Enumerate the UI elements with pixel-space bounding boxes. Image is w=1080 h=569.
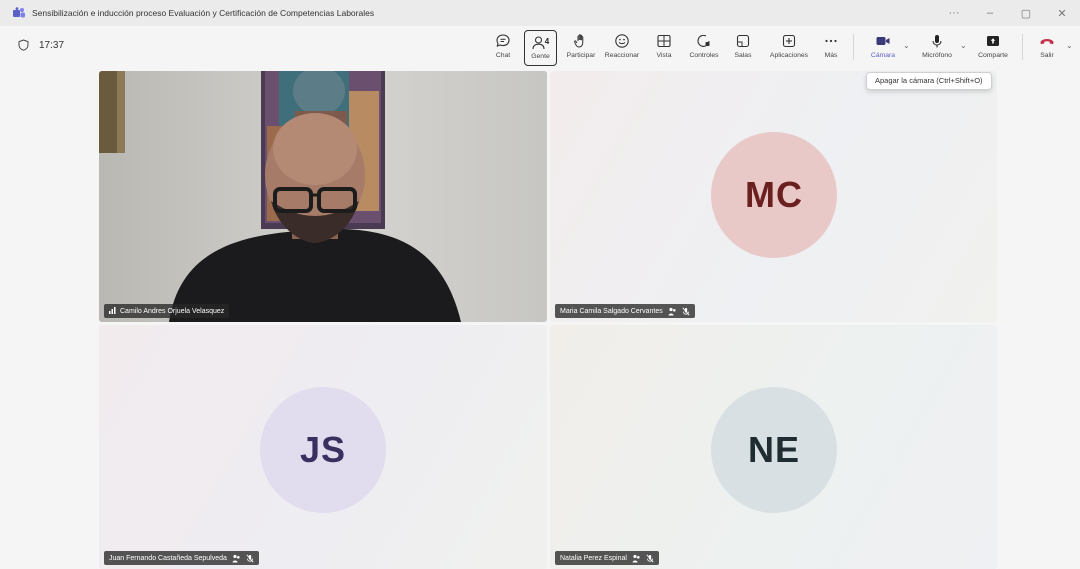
meeting-toolbar: 17:37 Chat 4 Gente Participar Reaccionar…	[0, 26, 1080, 70]
participant-name-tag: Natalia Perez Espinal	[555, 551, 659, 565]
microphone-button[interactable]: Micrófono	[915, 30, 959, 66]
controls-icon	[697, 34, 710, 47]
people-label: Gente	[531, 53, 550, 60]
people-count: 4	[544, 37, 550, 46]
pin-participant-icon	[232, 554, 241, 563]
leave-options-chevron-icon[interactable]: ⌄	[1066, 41, 1073, 50]
participant-name-tag: Camilo Andres Orjuela Velasquez	[104, 304, 230, 318]
react-button[interactable]: Reaccionar	[602, 30, 642, 66]
hang-up-icon	[1040, 39, 1054, 45]
view-label: Vista	[656, 52, 672, 59]
grid-view-icon	[657, 34, 671, 48]
window-title: Sensibilización e inducción proceso Eval…	[32, 8, 375, 18]
mic-muted-icon	[682, 307, 690, 316]
controls-label: Controles	[689, 52, 719, 59]
minimize-button[interactable]: –	[972, 7, 1008, 19]
mic-muted-icon	[246, 554, 254, 563]
microphone-options-chevron-icon[interactable]: ⌄	[960, 41, 967, 50]
controls-button[interactable]: Controles	[684, 30, 724, 66]
chat-label: Chat	[495, 52, 511, 59]
participant-name: Juan Fernando Castañeda Sepulveda	[109, 554, 227, 562]
apps-label: Aplicaciones	[769, 52, 809, 59]
participant-tile[interactable]: NE Natalia Perez Espinal	[550, 325, 997, 569]
share-button[interactable]: Comparte	[972, 30, 1014, 66]
participant-tile[interactable]: MC Maria Camila Salgado Cervantes	[550, 71, 997, 322]
elapsed-time: 17:37	[39, 39, 65, 51]
toolbar-divider	[1022, 34, 1023, 60]
chat-icon	[496, 34, 510, 47]
participant-name-tag: Maria Camila Salgado Cervantes	[555, 304, 695, 318]
hand-icon	[574, 34, 584, 48]
add-app-icon	[782, 34, 796, 48]
camera-options-chevron-icon[interactable]: ⌄	[903, 41, 910, 50]
close-button[interactable]: ✕	[1044, 7, 1080, 20]
rooms-button[interactable]: Salas	[730, 30, 756, 66]
camera-button[interactable]: Cámara	[866, 30, 900, 66]
rooms-label: Salas	[734, 52, 752, 59]
meeting-timer: 17:37	[18, 39, 64, 51]
participant-video-feed	[99, 71, 547, 322]
shield-icon	[18, 39, 29, 51]
view-button[interactable]: Vista	[651, 30, 677, 66]
raise-hand-button[interactable]: Participar	[564, 30, 598, 66]
microphone-icon	[932, 35, 942, 48]
participant-avatar: NE	[711, 387, 837, 513]
participant-tile-video[interactable]: Camilo Andres Orjuela Velasquez	[99, 71, 547, 322]
participant-name: Maria Camila Salgado Cervantes	[560, 307, 663, 315]
camera-label: Cámara	[870, 52, 896, 59]
signal-bars-icon	[109, 306, 116, 316]
leave-label: Salir	[1040, 52, 1054, 59]
mic-muted-icon	[646, 554, 654, 563]
more-label: Más	[824, 52, 838, 59]
breakout-rooms-icon	[736, 34, 750, 48]
leave-button[interactable]: Salir	[1034, 30, 1060, 66]
pin-participant-icon	[632, 554, 641, 563]
react-label: Reaccionar	[604, 52, 640, 59]
video-camera-icon	[876, 37, 890, 45]
pin-participant-icon	[668, 307, 677, 316]
more-button[interactable]: Más	[820, 30, 842, 66]
chat-button[interactable]: Chat	[490, 30, 516, 66]
emoji-icon	[615, 34, 629, 48]
apps-button[interactable]: Aplicaciones	[764, 30, 814, 66]
participant-name: Camilo Andres Orjuela Velasquez	[120, 307, 225, 315]
participant-name: Natalia Perez Espinal	[560, 554, 627, 562]
participant-tile[interactable]: JS Juan Fernando Castañeda Sepulveda	[99, 325, 547, 569]
people-button[interactable]: 4 Gente	[524, 30, 557, 66]
restore-button[interactable]: ▢	[1008, 7, 1044, 20]
teams-icon	[12, 7, 26, 19]
share-label: Comparte	[978, 52, 1008, 59]
toolbar-divider	[853, 34, 854, 60]
more-options-icon[interactable]: ···	[936, 7, 972, 19]
raise-hand-label: Participar	[566, 52, 596, 59]
people-icon	[532, 36, 545, 50]
microphone-label: Micrófono	[922, 52, 952, 59]
participant-avatar: JS	[260, 387, 386, 513]
participant-avatar: MC	[711, 132, 837, 258]
participant-name-tag: Juan Fernando Castañeda Sepulveda	[104, 551, 259, 565]
camera-tooltip: Apagar la cámara (Ctrl+Shift+O)	[866, 72, 992, 90]
more-dots-icon	[825, 39, 837, 43]
title-bar: Sensibilización e inducción proceso Eval…	[0, 0, 1080, 26]
share-screen-icon	[987, 36, 999, 46]
